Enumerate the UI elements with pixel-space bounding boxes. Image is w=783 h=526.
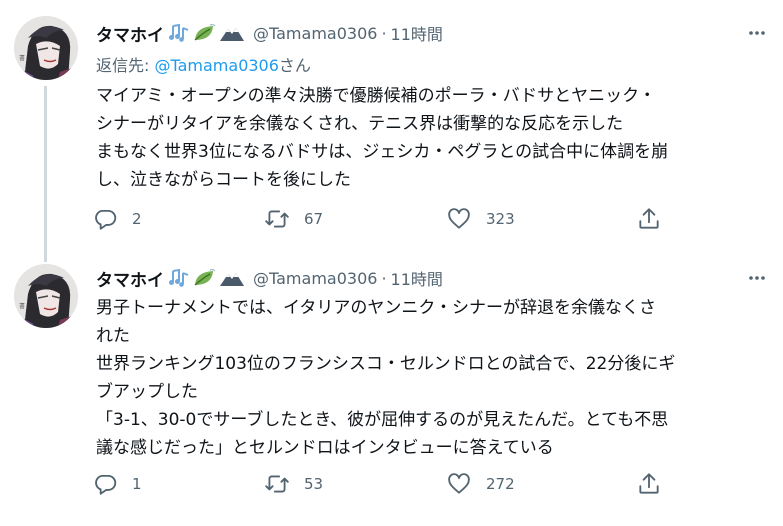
reply-prefix: 返信先: (96, 56, 155, 75)
retweet-count: 53 (304, 475, 324, 493)
like-button[interactable]: 272 (446, 469, 515, 499)
tweet-actions: 1 53 272 (92, 469, 712, 499)
retweet-button[interactable]: 53 (264, 469, 323, 499)
separator-dot: · (381, 23, 387, 43)
retweet-count: 67 (304, 210, 324, 228)
like-icon (448, 473, 470, 494)
like-button[interactable]: 323 (446, 204, 515, 234)
tweet-header: タマホイ @Tamama0306 · 11時間 (96, 20, 443, 46)
avatar[interactable]: 書 (14, 264, 78, 328)
retweet-icon (265, 210, 289, 228)
more-options-button[interactable] (744, 20, 770, 46)
display-name[interactable]: タマホイ (96, 21, 164, 46)
tweet-actions: 2 67 323 (92, 204, 712, 234)
tweet-text: 男子トーナメントでは、イタリアのヤンニク・シナーが辞退を余儀なくさ れた 世界ラ… (96, 294, 766, 462)
more-options-button[interactable] (744, 265, 770, 291)
tweet-text-line: れた (96, 326, 130, 346)
share-button[interactable] (636, 204, 662, 234)
reply-to-link[interactable]: @Tamama0306 (154, 56, 278, 75)
reply-suffix: さん (278, 56, 311, 75)
music-notes-icon (167, 23, 189, 43)
timestamp[interactable]: 11時間 (391, 21, 443, 45)
leaf-icon (192, 23, 216, 43)
tweet-text-line: 世界ランキング103位のフランシスコ・セルンドロとの試合で、22分後にギ (96, 354, 676, 374)
user-handle[interactable]: @Tamama0306 (253, 269, 377, 288)
timestamp[interactable]: 11時間 (391, 266, 443, 290)
reply-count: 2 (132, 210, 142, 228)
share-button[interactable] (636, 469, 662, 499)
tweet-text-line: 議な感じだった」とセルンドロはインタビューに答えている (96, 438, 554, 458)
user-handle[interactable]: @Tamama0306 (253, 24, 377, 43)
retweet-icon (265, 475, 289, 493)
like-count: 323 (486, 210, 515, 228)
svg-text:書: 書 (19, 54, 25, 62)
avatar-image: 書 (14, 264, 78, 328)
tweet-1[interactable]: 書 タマホイ @Tamama0306 · 11時間 返信先: @Tamama03… (0, 0, 783, 262)
thread-line (44, 86, 47, 262)
reply-context: 返信先: @Tamama0306さん (96, 52, 311, 76)
music-notes-icon (167, 268, 189, 288)
svg-text:書: 書 (19, 302, 25, 310)
tweet-text-line: まもなく世界3位になるバドサは、ジェシカ・ペグラとの試合中に体調を崩 (96, 142, 669, 162)
tweet-text-line: 男子トーナメントでは、イタリアのヤンニク・シナーが辞退を余儀なくさ (96, 298, 656, 318)
retweet-button[interactable]: 67 (264, 204, 323, 234)
reply-button[interactable]: 1 (92, 469, 142, 499)
avatar-image: 書 (14, 16, 78, 80)
more-icon (749, 276, 765, 280)
reply-count: 1 (132, 475, 142, 493)
reply-icon (95, 474, 117, 495)
tweet-text-line: し、泣きながらコートを後にした (96, 170, 351, 190)
tweet-text-line: シナーがリタイアを余儀なくされ、テニス界は衝撃的な反応を示した (96, 114, 624, 134)
reply-icon (95, 209, 117, 230)
separator-dot: · (381, 268, 387, 288)
mountain-icon (219, 23, 245, 43)
tweet-header: タマホイ @Tamama0306 · 11時間 (96, 265, 443, 291)
display-name[interactable]: タマホイ (96, 266, 164, 291)
mountain-icon (219, 268, 245, 288)
leaf-icon (192, 268, 216, 288)
tweet-text-line: 「3-1、30-0でサーブしたとき、彼が屈伸するのが見えたんだ。とても不思 (96, 410, 669, 430)
like-count: 272 (486, 475, 515, 493)
avatar[interactable]: 書 (14, 16, 78, 80)
tweet-text-line: マイアミ・オープンの準々決勝で優勝候補のポーラ・バドサとヤニック・ (96, 86, 656, 106)
share-icon (639, 208, 659, 229)
tweet-2[interactable]: 書 タマホイ @Tamama0306 · 11時間 男子トーナメントでは、イタリ… (0, 256, 783, 526)
like-icon (448, 208, 470, 229)
share-icon (639, 473, 659, 494)
more-icon (749, 31, 765, 35)
reply-button[interactable]: 2 (92, 204, 142, 234)
tweet-text: マイアミ・オープンの準々決勝で優勝候補のポーラ・バドサとヤニック・ シナーがリタ… (96, 82, 766, 194)
tweet-text-line: ブアップした (96, 382, 198, 402)
